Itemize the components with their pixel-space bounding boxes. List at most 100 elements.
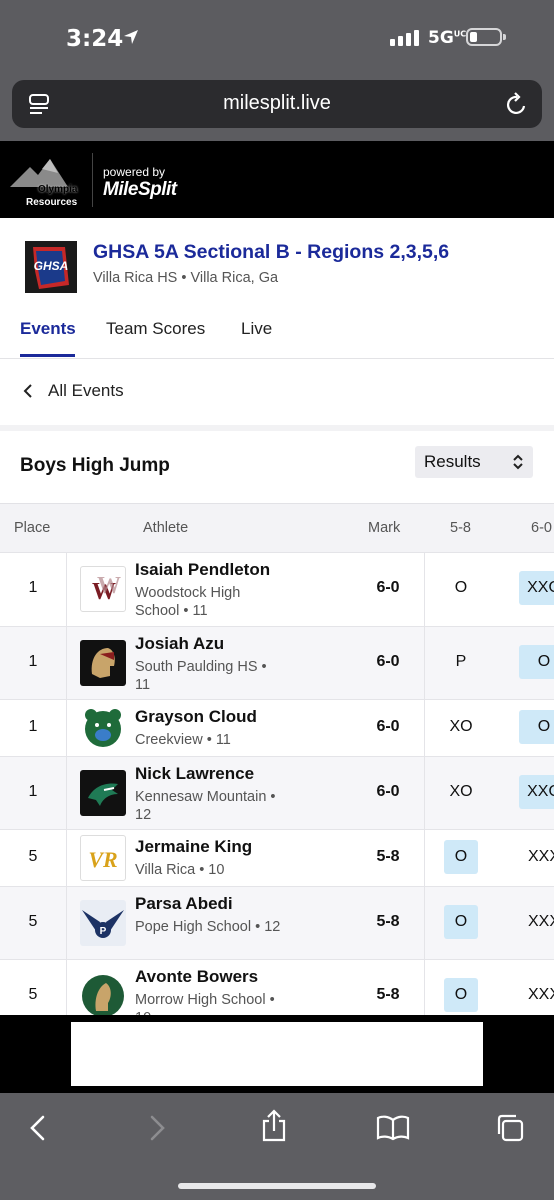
forward-icon[interactable] [145, 1113, 169, 1143]
attempt-2: XXO [519, 571, 554, 605]
athlete-name[interactable]: Grayson Cloud [135, 707, 257, 727]
tab-team-scores[interactable]: Team Scores [106, 319, 205, 339]
results-table-header: Place Athlete Mark 5-8 6-0 [0, 503, 554, 552]
site-header: Olympia Resources powered by MileSplit [0, 141, 554, 218]
attempt-1: O [444, 978, 478, 1012]
col-athlete: Athlete [143, 520, 189, 536]
attempt-2: O [519, 645, 554, 679]
back-label: All Events [48, 381, 124, 400]
home-indicator [178, 1183, 376, 1189]
place: 5 [28, 848, 38, 865]
olympia-logo[interactable]: Olympia Resources [8, 149, 86, 211]
attempt-2: XXO [519, 775, 554, 809]
table-row[interactable]: 1 Nick Lawrence Kennesaw Mountain • 12 6… [0, 756, 554, 829]
athlete-name[interactable]: Isaiah Pendleton [135, 560, 270, 580]
address-bar[interactable]: milesplit.live [12, 80, 542, 128]
attempt-1: XO [449, 718, 473, 735]
school-logo: P [80, 900, 126, 946]
place: 5 [28, 986, 38, 1003]
ghsa-logo: GHSA [25, 241, 77, 293]
school-logo [80, 640, 126, 686]
mark: 5-8 [376, 986, 400, 1003]
mark: 6-0 [376, 783, 400, 800]
back-to-events[interactable]: All Events [0, 359, 554, 425]
col-place: Place [14, 520, 51, 536]
attempt-2: XXX [527, 848, 554, 865]
signal-icon [390, 30, 419, 46]
attempt-1: P [455, 653, 467, 670]
mark: 6-0 [376, 579, 400, 596]
place: 1 [28, 579, 38, 596]
table-row[interactable]: 5 P Parsa Abedi Pope High School • 12 5-… [0, 886, 554, 959]
attempt-2: O [519, 710, 554, 744]
mark: 6-0 [376, 718, 400, 735]
school-logo [80, 973, 126, 1019]
bookmarks-icon[interactable] [376, 1115, 410, 1141]
results-select-value: Results [424, 452, 481, 471]
location-arrow-icon [124, 30, 138, 44]
place: 1 [28, 783, 38, 800]
attempt-2: XXX [527, 913, 554, 930]
athlete-school: Woodstock High School • 11 [135, 585, 241, 619]
col-height-1: 5-8 [450, 520, 471, 536]
milesplit-logo[interactable]: MileSplit [103, 179, 177, 201]
place: 5 [28, 913, 38, 930]
powered-by-label: powered by [103, 165, 166, 179]
school-logo: VR [80, 835, 126, 881]
table-row[interactable]: 1 WW Isaiah Pendleton Woodstock High Sch… [0, 552, 554, 626]
table-row[interactable]: 1 Josiah Azu South Paulding HS • 11 6-0 … [0, 626, 554, 699]
svg-text:VR: VR [88, 847, 117, 872]
network-label: 5GUC [428, 28, 467, 48]
attempt-1: XO [449, 783, 473, 800]
battery-icon [466, 28, 506, 46]
athlete-school: Creekview • 11 [135, 732, 231, 748]
attempt-1: O [444, 905, 478, 939]
place: 1 [28, 718, 38, 735]
athlete-school: Kennesaw Mountain • 12 [135, 789, 276, 823]
place: 1 [28, 653, 38, 670]
athlete-school: Pope High School • 12 [135, 919, 281, 935]
header-divider [92, 153, 93, 207]
results-select[interactable]: Results [415, 446, 533, 478]
attempt-1: O [454, 579, 468, 596]
athlete-name[interactable]: Nick Lawrence [135, 764, 254, 784]
athlete-name[interactable]: Parsa Abedi [135, 894, 233, 914]
athlete-school: South Paulding HS • 11 [135, 659, 267, 693]
svg-text:P: P [100, 926, 107, 937]
browser-chrome-top: 3:24 5GUC milesplit.live [0, 0, 554, 141]
col-height-2: 6-0 [531, 520, 552, 536]
mark: 5-8 [376, 913, 400, 930]
athlete-name[interactable]: Avonte Bowers [135, 967, 258, 987]
svg-text:W: W [97, 573, 121, 599]
table-row[interactable]: 1 Grayson Cloud Creekview • 11 6-0 XO O [0, 699, 554, 756]
ad-banner[interactable] [71, 1022, 483, 1086]
school-logo [80, 770, 126, 816]
event-title: Boys High Jump [20, 455, 170, 476]
attempt-1: O [444, 840, 478, 874]
school-logo [80, 705, 126, 751]
status-time: 3:24 [66, 26, 124, 52]
active-tab-indicator [20, 354, 75, 357]
tab-live[interactable]: Live [241, 319, 272, 339]
chevron-left-icon [23, 384, 32, 398]
meet-location: Villa Rica HS • Villa Rica, Ga [93, 270, 279, 286]
col-mark: Mark [368, 520, 401, 536]
share-icon[interactable] [260, 1109, 288, 1143]
reload-icon[interactable] [506, 92, 528, 116]
tabs-icon[interactable] [495, 1113, 525, 1143]
athlete-school: Villa Rica • 10 [135, 862, 225, 878]
event-header: Boys High Jump Results [0, 431, 554, 503]
chevron-up-down-icon [513, 454, 523, 470]
school-logo: WW [80, 566, 126, 612]
attempt-2: XXX [527, 986, 554, 1003]
meet-title[interactable]: GHSA 5A Sectional B - Regions 2,3,5,6 [93, 241, 449, 264]
mark: 5-8 [376, 848, 400, 865]
meet-info: GHSA GHSA 5A Sectional B - Regions 2,3,5… [0, 218, 554, 359]
url-text: milesplit.live [223, 92, 331, 114]
athlete-name[interactable]: Jermaine King [135, 837, 252, 857]
mark: 6-0 [376, 653, 400, 670]
table-row[interactable]: 5 VR Jermaine King Villa Rica • 10 5-8 O… [0, 829, 554, 886]
back-icon[interactable] [26, 1113, 50, 1143]
athlete-name[interactable]: Josiah Azu [135, 634, 224, 654]
tab-events[interactable]: Events [20, 319, 76, 339]
